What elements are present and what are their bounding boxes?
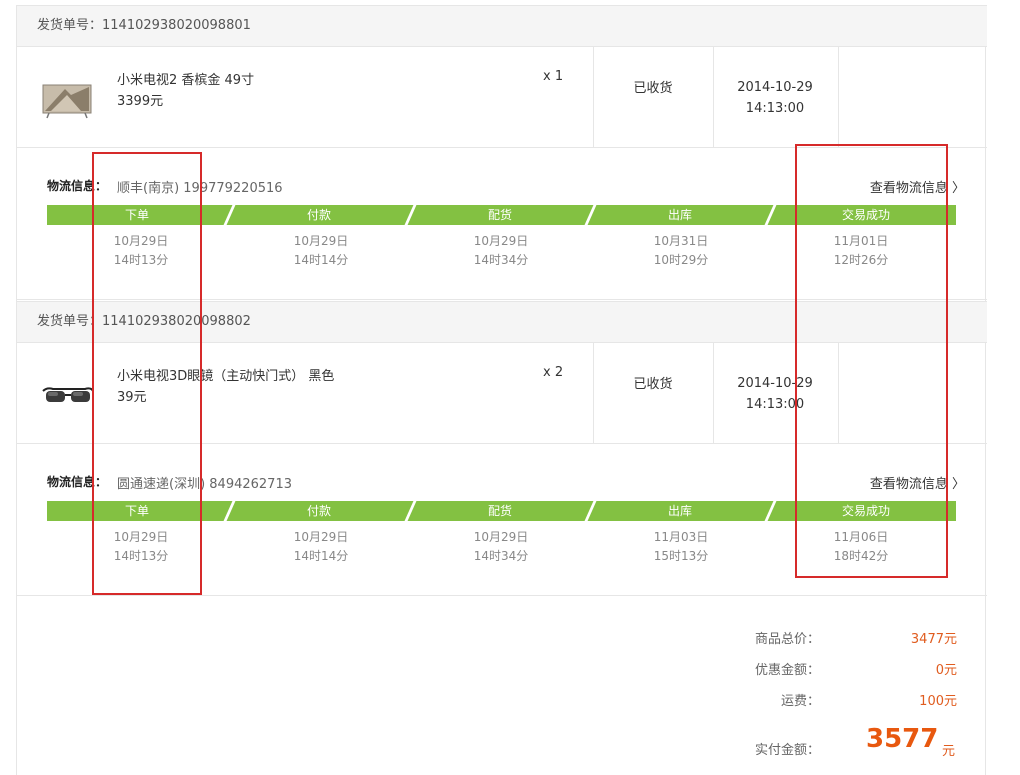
step-label: 付款 bbox=[306, 504, 331, 518]
tv-icon bbox=[42, 84, 92, 119]
annotation-box-success-column bbox=[795, 144, 948, 578]
step-clock: 14时34分 bbox=[473, 549, 529, 563]
step-time: 10月29日 14时34分 bbox=[411, 232, 591, 270]
shipment-number: 114102938020098801 bbox=[102, 18, 251, 33]
step-time: 10月29日 14时14分 bbox=[231, 528, 411, 566]
step-label: 出库 bbox=[667, 208, 692, 222]
step-date: 10月29日 bbox=[293, 234, 349, 248]
goods-total-value: 3477元 bbox=[910, 632, 957, 647]
3d-glasses-icon bbox=[42, 387, 94, 402]
step-label: 出库 bbox=[667, 504, 692, 518]
step-clock: 14时34分 bbox=[473, 253, 529, 267]
shipment-header: 发货单号：114102938020098801 bbox=[17, 5, 987, 47]
product-status: 已收货 bbox=[633, 377, 673, 392]
cell-divider bbox=[593, 47, 594, 147]
discount-value: 0元 bbox=[935, 663, 957, 678]
step-label: 付款 bbox=[306, 208, 331, 222]
step-date: 10月29日 bbox=[293, 530, 349, 544]
product-quantity: x 1 bbox=[543, 69, 564, 84]
step-clock: 15时13分 bbox=[653, 549, 709, 563]
date-text: 2014-10-29 bbox=[737, 80, 813, 95]
step-clock: 14时14分 bbox=[293, 549, 349, 563]
product-price: 3399元 bbox=[117, 94, 164, 109]
shipping-label: 运费： bbox=[780, 694, 820, 709]
step-time: 10月29日 14时14分 bbox=[231, 232, 411, 270]
shipping-value: 100元 bbox=[919, 694, 957, 709]
step-time: 10月31日 10时29分 bbox=[591, 232, 771, 270]
product-status: 已收货 bbox=[633, 81, 673, 96]
product-name[interactable]: 小米电视2 香槟金 49寸 bbox=[117, 69, 254, 88]
step-date: 10月29日 bbox=[473, 530, 529, 544]
product-row: 小米电视2 香槟金 49寸 3399元 x 1 已收货 2014-10-29 1… bbox=[17, 47, 987, 148]
step-time: 10月29日 14时34分 bbox=[411, 528, 591, 566]
cell-divider bbox=[838, 47, 839, 147]
step-clock: 10时29分 bbox=[653, 253, 709, 267]
goods-total-label: 商品总价： bbox=[754, 632, 820, 647]
paid-amount: 3577 bbox=[866, 724, 939, 754]
paid-unit: 元 bbox=[942, 744, 956, 759]
step-date: 10月29日 bbox=[473, 234, 529, 248]
step-label: 配货 bbox=[487, 208, 512, 222]
time-text: 14:13:00 bbox=[745, 101, 805, 116]
step-date: 11月03日 bbox=[653, 530, 709, 544]
annotation-box-order-column bbox=[92, 152, 202, 595]
product-date: 2014-10-29 14:13:00 bbox=[713, 77, 837, 119]
cell-divider bbox=[593, 343, 594, 443]
shipment-number-label: 发货单号： bbox=[37, 18, 103, 33]
step-clock: 14时14分 bbox=[293, 253, 349, 267]
paid-label: 实付金额： bbox=[754, 743, 820, 758]
discount-label: 优惠金额： bbox=[754, 663, 820, 678]
product-quantity: x 2 bbox=[543, 365, 564, 380]
step-date: 10月31日 bbox=[653, 234, 709, 248]
step-time: 11月03日 15时13分 bbox=[591, 528, 771, 566]
step-label: 配货 bbox=[487, 504, 512, 518]
